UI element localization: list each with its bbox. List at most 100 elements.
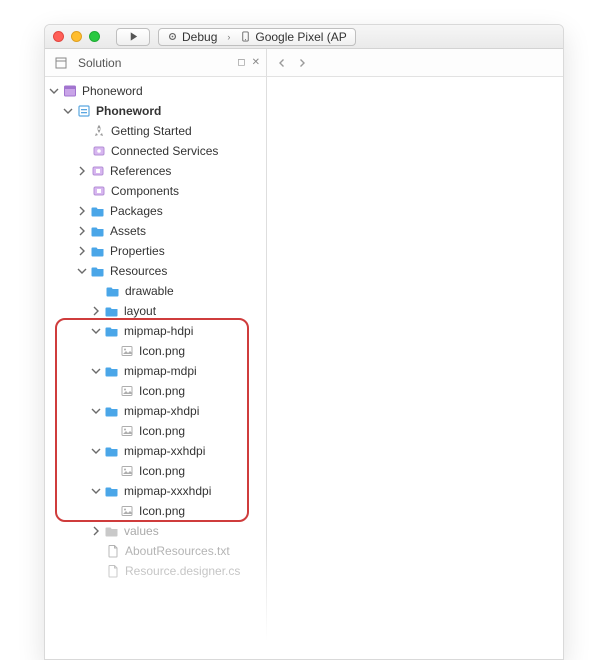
nav-back-button[interactable] <box>275 56 289 70</box>
disclosure-triangle-icon[interactable] <box>91 366 101 376</box>
tree-item-assets[interactable]: Assets <box>45 221 266 241</box>
titlebar: Debug › Google Pixel (AP <box>45 25 563 49</box>
image-file-icon <box>119 344 134 359</box>
run-configuration-selector[interactable]: Debug › Google Pixel (AP <box>158 28 356 46</box>
tree-item-properties[interactable]: Properties <box>45 241 266 261</box>
folder-icon <box>90 224 105 239</box>
pad-close-button[interactable]: ✕ <box>252 57 260 68</box>
disclosure-triangle-icon[interactable] <box>77 226 87 236</box>
solution-node[interactable]: Phoneword <box>45 81 266 101</box>
disclosure-triangle-icon[interactable] <box>91 486 101 496</box>
solution-pad-header: Solution ◻ ✕ <box>45 49 267 77</box>
tree-item-mipmap-xhdpi[interactable]: mipmap-xhdpi <box>45 401 266 421</box>
gear-icon <box>167 31 178 42</box>
folder-icon <box>104 484 119 499</box>
disclosure-triangle-icon[interactable] <box>49 86 59 96</box>
disclosure-triangle-icon[interactable] <box>63 106 73 116</box>
tree-item-layout[interactable]: layout <box>45 301 266 321</box>
image-file-icon <box>119 384 134 399</box>
folder-icon <box>104 304 119 319</box>
tree-item-label: Icon.png <box>139 344 185 358</box>
disclosure-triangle-icon[interactable] <box>91 406 101 416</box>
tree-item-label: Getting Started <box>111 124 192 138</box>
tree-item-label: layout <box>124 304 156 318</box>
target-device-segment[interactable]: Google Pixel (AP <box>232 29 354 45</box>
disclosure-triangle-icon[interactable] <box>77 246 87 256</box>
disclosure-triangle-icon[interactable] <box>77 206 87 216</box>
tree-item-icon-png[interactable]: Icon.png <box>45 341 266 361</box>
image-file-icon <box>119 504 134 519</box>
tree-item-mipmap-mdpi[interactable]: mipmap-mdpi <box>45 361 266 381</box>
tree-item-label: AboutResources.txt <box>125 544 230 558</box>
tree-item-icon-png[interactable]: Icon.png <box>45 461 266 481</box>
tree-item-mipmap-xxxhdpi[interactable]: mipmap-xxxhdpi <box>45 481 266 501</box>
solution-pad-icon <box>53 55 68 70</box>
tree-item-label: References <box>110 164 171 178</box>
tree-item-label: mipmap-xhdpi <box>124 404 199 418</box>
zoom-window-button[interactable] <box>89 31 100 42</box>
pad-dock-button[interactable]: ◻ <box>237 57 245 68</box>
disclosure-triangle-icon[interactable] <box>91 526 101 536</box>
tree-item-label: mipmap-mdpi <box>124 364 197 378</box>
folder-icon <box>105 284 120 299</box>
tree-item-mipmap-xxhdpi[interactable]: mipmap-xxhdpi <box>45 441 266 461</box>
tree-item-about-resources[interactable]: AboutResources.txt <box>45 541 266 561</box>
references-icon <box>90 164 105 179</box>
minimize-window-button[interactable] <box>71 31 82 42</box>
disclosure-triangle-icon[interactable] <box>91 446 101 456</box>
tree-item-mipmap-hdpi[interactable]: mipmap-hdpi <box>45 321 266 341</box>
components-icon <box>91 184 106 199</box>
folder-icon <box>104 444 119 459</box>
tree-item-resource-designer[interactable]: Resource.designer.cs <box>45 561 266 581</box>
tree-item-components[interactable]: Components <box>45 181 266 201</box>
folder-icon <box>104 324 119 339</box>
phone-icon <box>240 31 251 42</box>
rocket-icon <box>91 124 106 139</box>
tree-item-label: mipmap-xxhdpi <box>124 444 205 458</box>
tree-item-packages[interactable]: Packages <box>45 201 266 221</box>
disclosure-triangle-icon[interactable] <box>77 266 87 276</box>
ide-window: Debug › Google Pixel (AP Solution ◻ ✕ <box>44 24 564 660</box>
tree-item-icon-png[interactable]: Icon.png <box>45 381 266 401</box>
window-controls <box>53 31 100 42</box>
tree-item-drawable[interactable]: drawable <box>45 281 266 301</box>
build-config-segment[interactable]: Debug <box>159 29 225 45</box>
tree-item-label: drawable <box>125 284 174 298</box>
tree-item-label: mipmap-hdpi <box>124 324 193 338</box>
build-config-label: Debug <box>182 30 217 44</box>
editor-header <box>267 49 563 77</box>
disclosure-triangle-icon[interactable] <box>77 166 87 176</box>
image-file-icon <box>119 424 134 439</box>
folder-icon <box>90 264 105 279</box>
close-window-button[interactable] <box>53 31 64 42</box>
tree-item-label: values <box>124 524 159 538</box>
project-label: Phoneword <box>96 104 161 118</box>
tree-item-values[interactable]: values <box>45 521 266 541</box>
solution-pad-label: Solution <box>78 56 121 70</box>
tree-item-icon-png[interactable]: Icon.png <box>45 421 266 441</box>
folder-icon <box>104 404 119 419</box>
folder-icon <box>104 364 119 379</box>
solution-icon <box>62 84 77 99</box>
tree-item-references[interactable]: References <box>45 161 266 181</box>
run-button[interactable] <box>116 28 150 46</box>
project-icon <box>76 104 91 119</box>
disclosure-triangle-icon[interactable] <box>91 306 101 316</box>
tree-item-resources[interactable]: Resources <box>45 261 266 281</box>
editor-area <box>267 77 563 659</box>
tree-item-label: mipmap-xxxhdpi <box>124 484 211 498</box>
tree-item-label: Icon.png <box>139 464 185 478</box>
project-node[interactable]: Phoneword <box>45 101 266 121</box>
disclosure-triangle-icon[interactable] <box>91 326 101 336</box>
text-file-icon <box>105 544 120 559</box>
tree-item-getting-started[interactable]: Getting Started <box>45 121 266 141</box>
tree-item-connected-services[interactable]: Connected Services <box>45 141 266 161</box>
tree-item-label: Resource.designer.cs <box>125 564 240 578</box>
tree-item-label: Icon.png <box>139 424 185 438</box>
folder-icon <box>90 244 105 259</box>
tree-item-label: Icon.png <box>139 504 185 518</box>
nav-forward-button[interactable] <box>295 56 309 70</box>
solution-pad-title: Solution <box>53 55 121 70</box>
tree-item-label: Properties <box>110 244 165 258</box>
tree-item-icon-png[interactable]: Icon.png <box>45 501 266 521</box>
